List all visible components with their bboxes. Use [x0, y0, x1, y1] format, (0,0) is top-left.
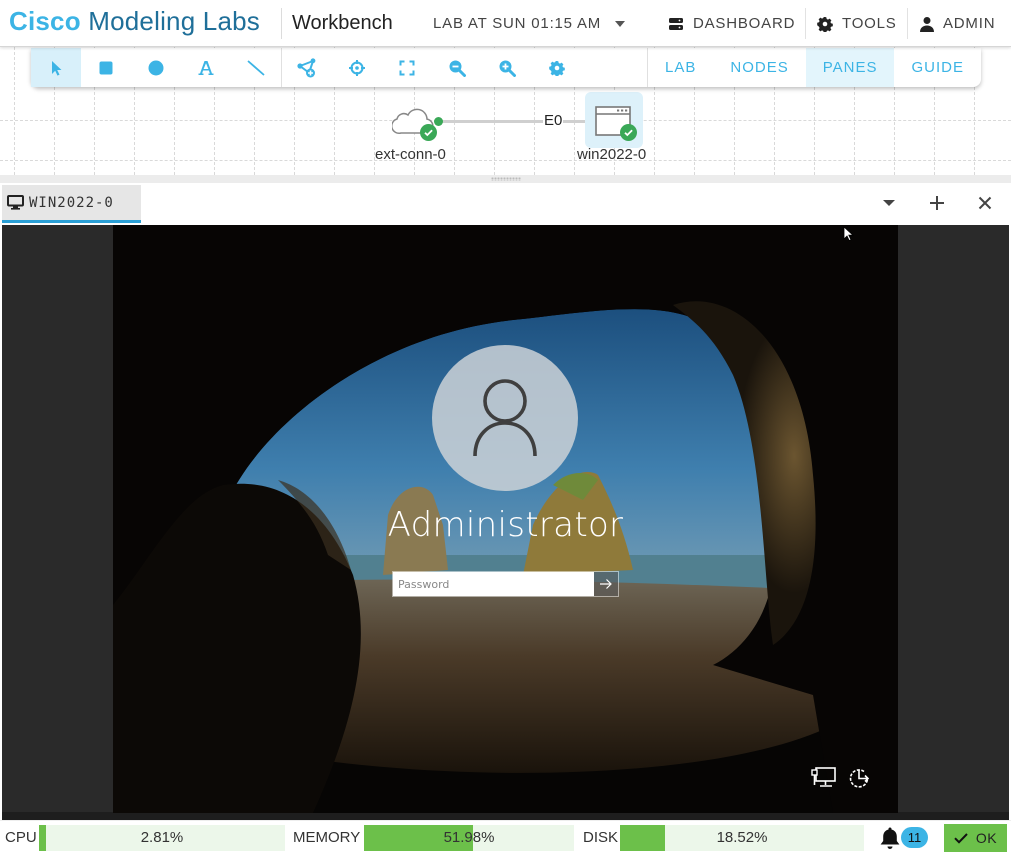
pane-header	[0, 183, 1011, 225]
circle-icon	[148, 60, 164, 75]
brand-primary: Cisco	[9, 6, 81, 36]
lab-selector-label: LAB AT SUN 01:15 AM	[433, 15, 602, 32]
pointer-icon	[52, 60, 62, 76]
monitor-icon	[7, 195, 24, 210]
rectangle-tool[interactable]	[81, 48, 131, 87]
system-status-ok-button[interactable]: OK	[944, 824, 1007, 852]
memory-usage-bar: 51.98%	[364, 825, 574, 851]
close-icon	[978, 196, 992, 210]
pane-dropdown-button[interactable]	[878, 192, 900, 214]
cml-workbench: Cisco Modeling Labs Workbench LAB AT SUN…	[0, 0, 1011, 852]
tab-panes[interactable]: PANES	[805, 48, 895, 87]
node-ext-conn-0[interactable]	[391, 108, 440, 142]
brand-logo[interactable]: Cisco Modeling Labs	[9, 6, 260, 37]
notification-count-badge: 11	[901, 827, 928, 848]
line-tool[interactable]	[231, 48, 281, 87]
pane-add-button[interactable]	[926, 192, 948, 214]
memory-label: MEMORY	[293, 829, 361, 846]
admin-button[interactable]: ADMIN	[920, 15, 995, 32]
check-icon	[954, 833, 968, 844]
tab-lab[interactable]: LAB	[648, 48, 713, 87]
notifications-button[interactable]	[879, 826, 901, 850]
disk-label: DISK	[583, 829, 619, 846]
user-icon	[920, 16, 934, 32]
tools-button[interactable]: TOOLS	[817, 15, 897, 32]
bell-icon	[880, 827, 900, 849]
console-footer	[2, 812, 1009, 820]
status-booted-icon	[620, 124, 637, 141]
tab-guide[interactable]: GUIDE	[894, 48, 981, 87]
lockscreen-username: Administrator	[387, 505, 624, 545]
link-e0[interactable]	[438, 120, 590, 123]
disk-usage-bar: 18.52%	[620, 825, 864, 851]
splitter-grip[interactable]	[491, 177, 521, 181]
select-tool[interactable]	[31, 48, 81, 87]
cpu-usage-bar: 2.81%	[39, 825, 285, 851]
crosshair-icon	[349, 59, 365, 76]
node-label: win2022-0	[577, 146, 647, 163]
user-outline-icon	[473, 379, 537, 457]
console-tab-label: WIN2022-0	[29, 194, 114, 211]
top-header: Cisco Modeling Labs Workbench LAB AT SUN…	[0, 0, 1011, 47]
gear-icon	[817, 16, 833, 32]
center-tool[interactable]	[332, 48, 382, 87]
password-box	[392, 571, 619, 597]
zoom-in-icon	[499, 60, 516, 77]
tools-label: TOOLS	[842, 15, 897, 32]
mouse-cursor	[843, 226, 855, 242]
cpu-usage-value: 2.81%	[140, 829, 184, 846]
caret-down-icon	[883, 200, 895, 206]
console-tab-win2022-0[interactable]: WIN2022-0	[2, 185, 141, 223]
fit-tool[interactable]	[382, 48, 432, 87]
dashboard-label: DASHBOARD	[693, 15, 796, 32]
nav-divider	[907, 8, 908, 39]
caret-down-icon	[615, 20, 626, 27]
fit-screen-icon	[399, 60, 415, 75]
admin-label: ADMIN	[943, 15, 996, 32]
ellipse-tool[interactable]	[131, 48, 181, 87]
node-win2022-0[interactable]	[585, 92, 643, 148]
ok-label: OK	[975, 830, 998, 846]
line-icon	[247, 59, 265, 76]
status-booted-icon	[420, 124, 437, 141]
tab-nodes[interactable]: NODES	[713, 48, 805, 87]
pane-close-button[interactable]	[974, 192, 996, 214]
zoom-out-icon	[449, 60, 466, 77]
pane-tabs: LAB NODES PANES GUIDE	[647, 48, 981, 87]
user-avatar	[432, 345, 578, 491]
power-icon	[849, 769, 870, 788]
cpu-label: CPU	[5, 829, 37, 846]
square-icon	[99, 61, 113, 74]
canvas-toolbar: LAB NODES PANES GUIDE	[31, 48, 981, 87]
vnc-screen[interactable]: Administrator	[113, 225, 898, 813]
gear-icon	[549, 60, 565, 76]
lab-selector[interactable]: LAB AT SUN 01:15 AM	[433, 15, 626, 32]
power-button[interactable]	[847, 766, 873, 792]
section-title: Workbench	[292, 12, 393, 34]
text-icon	[198, 60, 214, 75]
network-icon	[811, 767, 836, 787]
network-button[interactable]	[811, 766, 837, 792]
add-node-icon	[297, 57, 316, 77]
disk-usage-value: 18.52%	[716, 829, 768, 846]
arrow-right-icon	[600, 579, 612, 589]
zoom-in-tool[interactable]	[482, 48, 532, 87]
canvas-settings-tool[interactable]	[532, 48, 582, 87]
submit-password-button[interactable]	[594, 572, 618, 596]
text-tool[interactable]	[181, 48, 231, 87]
dashboard-button[interactable]: DASHBOARD	[668, 15, 795, 32]
memory-usage-value: 51.98%	[443, 829, 495, 846]
link-label: E0	[543, 112, 564, 129]
header-divider	[281, 8, 282, 39]
add-node-tool[interactable]	[282, 48, 332, 87]
nav-divider	[805, 8, 806, 39]
node-label: ext-conn-0	[375, 146, 446, 163]
zoom-out-tool[interactable]	[432, 48, 482, 87]
brand-secondary: Modeling Labs	[88, 6, 260, 36]
plus-icon	[930, 196, 944, 210]
server-icon	[669, 17, 683, 30]
password-input[interactable]	[393, 572, 594, 596]
